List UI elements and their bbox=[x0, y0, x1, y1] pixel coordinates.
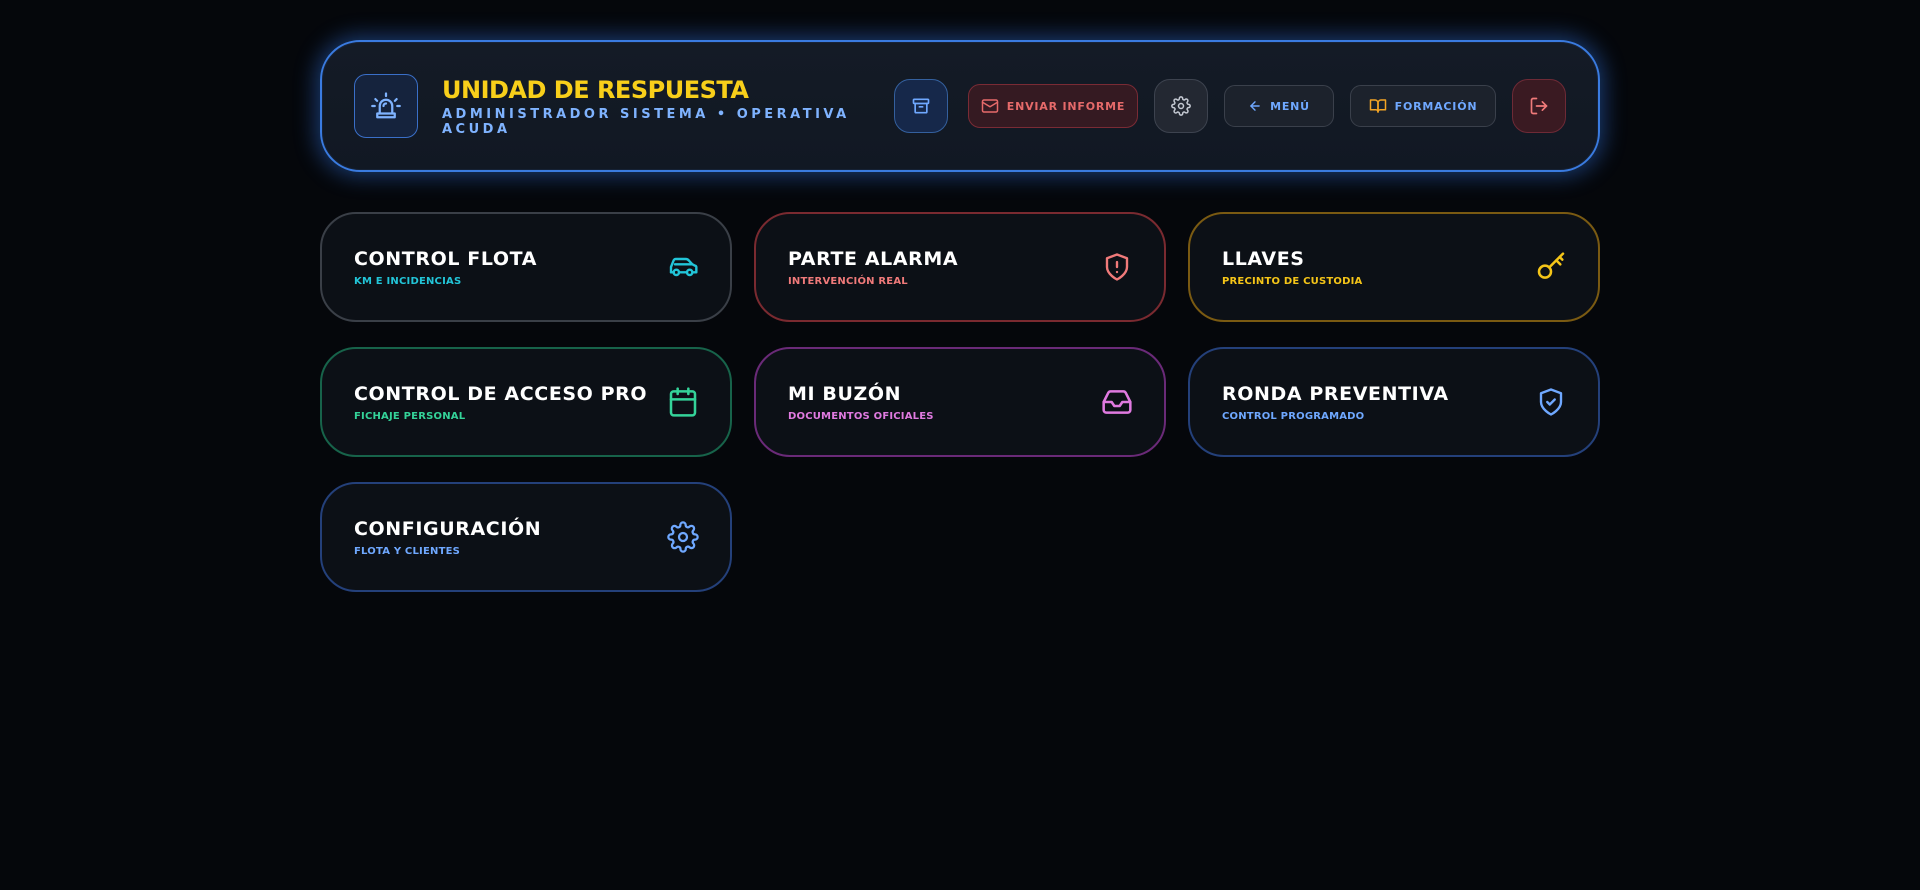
card-title: CONTROL DE ACCESO PRO bbox=[354, 383, 648, 405]
card-ronda-preventiva[interactable]: RONDA PREVENTIVA CONTROL PROGRAMADO bbox=[1188, 347, 1600, 457]
calendar-icon bbox=[666, 385, 700, 419]
card-title: RONDA PREVENTIVA bbox=[1222, 383, 1449, 405]
menu-button[interactable]: MENÚ bbox=[1224, 85, 1334, 127]
training-button[interactable]: FORMACIÓN bbox=[1350, 85, 1496, 127]
card-llaves[interactable]: LLAVES PRECINTO DE CUSTODIA bbox=[1188, 212, 1600, 322]
send-report-label: ENVIAR INFORME bbox=[1006, 99, 1126, 113]
siren-icon bbox=[354, 74, 418, 138]
card-subtitle: FLOTA Y CLIENTES bbox=[354, 546, 461, 557]
logout-button[interactable] bbox=[1512, 79, 1566, 133]
card-parte-alarma[interactable]: PARTE ALARMA INTERVENCIÓN REAL bbox=[754, 212, 1166, 322]
card-title: PARTE ALARMA bbox=[788, 248, 959, 270]
gear-icon bbox=[1171, 96, 1191, 116]
send-report-button[interactable]: ENVIAR INFORME bbox=[968, 84, 1138, 128]
card-control-acceso[interactable]: CONTROL DE ACCESO PRO FICHAJE PERSONAL bbox=[320, 347, 732, 457]
key-icon bbox=[1534, 250, 1568, 284]
inbox-icon bbox=[1100, 385, 1134, 419]
header-actions: ENVIAR INFORME MENÚ FORMACIÓN bbox=[894, 79, 1566, 133]
book-open-icon bbox=[1369, 99, 1386, 113]
logout-icon bbox=[1530, 97, 1548, 115]
card-text: RONDA PREVENTIVA CONTROL PROGRAMADO bbox=[1222, 382, 1534, 422]
card-subtitle: KM E INCIDENCIAS bbox=[354, 276, 462, 287]
module-grid: CONTROL FLOTA KM E INCIDENCIAS PARTE ALA… bbox=[320, 212, 1600, 592]
card-text: CONTROL DE ACCESO PRO FICHAJE PERSONAL bbox=[354, 382, 666, 422]
card-text: CONTROL FLOTA KM E INCIDENCIAS bbox=[354, 247, 666, 287]
shield-check-icon bbox=[1534, 385, 1568, 419]
card-text: MI BUZÓN DOCUMENTOS OFICIALES bbox=[788, 382, 1100, 422]
brand-block: UNIDAD DE RESPUESTA ADMINISTRADOR SISTEM… bbox=[442, 75, 894, 137]
card-title: CONFIGURACIÓN bbox=[354, 518, 542, 540]
card-title: LLAVES bbox=[1222, 248, 1305, 270]
app-container: UNIDAD DE RESPUESTA ADMINISTRADOR SISTEM… bbox=[320, 40, 1600, 592]
car-icon bbox=[666, 250, 700, 284]
card-configuracion[interactable]: CONFIGURACIÓN FLOTA Y CLIENTES bbox=[320, 482, 732, 592]
card-control-flota[interactable]: CONTROL FLOTA KM E INCIDENCIAS bbox=[320, 212, 732, 322]
card-subtitle: PRECINTO DE CUSTODIA bbox=[1222, 276, 1363, 287]
shield-alert-icon bbox=[1100, 250, 1134, 284]
archive-button[interactable] bbox=[894, 79, 948, 133]
arrow-left-icon bbox=[1250, 101, 1260, 111]
training-label: FORMACIÓN bbox=[1394, 99, 1478, 113]
card-text: CONFIGURACIÓN FLOTA Y CLIENTES bbox=[354, 517, 666, 557]
card-title: CONTROL FLOTA bbox=[354, 248, 538, 270]
page-title: UNIDAD DE RESPUESTA bbox=[442, 76, 749, 104]
page-subtitle: ADMINISTRADOR SISTEMA • OPERATIVA ACUDA bbox=[442, 107, 850, 137]
header-panel: UNIDAD DE RESPUESTA ADMINISTRADOR SISTEM… bbox=[320, 40, 1600, 172]
settings-button[interactable] bbox=[1154, 79, 1208, 133]
archive-icon bbox=[912, 98, 930, 114]
menu-label: MENÚ bbox=[1270, 99, 1310, 113]
mail-icon bbox=[981, 99, 999, 113]
card-text: LLAVES PRECINTO DE CUSTODIA bbox=[1222, 247, 1534, 287]
card-subtitle: INTERVENCIÓN REAL bbox=[788, 276, 908, 287]
card-title: MI BUZÓN bbox=[788, 383, 902, 405]
card-subtitle: DOCUMENTOS OFICIALES bbox=[788, 411, 934, 422]
card-mi-buzon[interactable]: MI BUZÓN DOCUMENTOS OFICIALES bbox=[754, 347, 1166, 457]
card-text: PARTE ALARMA INTERVENCIÓN REAL bbox=[788, 247, 1100, 287]
card-subtitle: FICHAJE PERSONAL bbox=[354, 411, 466, 422]
gear-icon bbox=[666, 520, 700, 554]
card-subtitle: CONTROL PROGRAMADO bbox=[1222, 411, 1365, 422]
